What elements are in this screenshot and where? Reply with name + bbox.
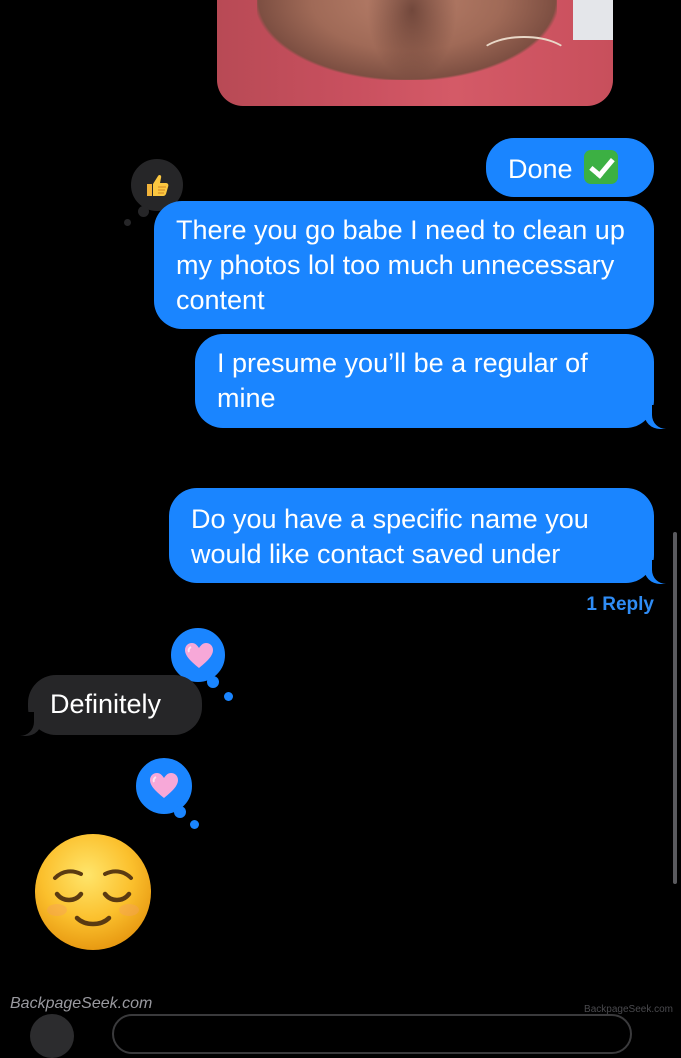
message-input[interactable] xyxy=(112,1014,632,1054)
photo-attachment[interactable] xyxy=(217,0,613,106)
bubble-tail xyxy=(644,560,674,584)
message-bubble-received[interactable]: Definitely xyxy=(28,675,202,735)
message-text: I presume you’ll be a regular of mine xyxy=(217,348,588,413)
message-bubble-sent[interactable]: There you go babe I need to clean up my … xyxy=(154,201,654,329)
scrollbar[interactable] xyxy=(673,532,677,884)
tapback-tail-dot xyxy=(224,692,233,701)
message-text: There you go babe I need to clean up my … xyxy=(176,215,625,315)
bubble-tail xyxy=(12,712,42,736)
message-bubble-sent[interactable]: Done xyxy=(486,138,654,197)
photo-background-wall xyxy=(573,0,613,40)
tapback-tail-dot xyxy=(174,806,186,818)
plus-button[interactable] xyxy=(30,1014,74,1058)
tapback-tail-dot xyxy=(138,206,149,217)
pink-heart-icon xyxy=(150,773,178,798)
tapback-tail-dot xyxy=(207,676,219,688)
message-text: Definitely xyxy=(50,689,162,719)
photo-shadow xyxy=(367,0,457,80)
check-mark-icon xyxy=(584,150,619,184)
relieved-face-icon[interactable] xyxy=(33,832,153,952)
tapback-tail-dot xyxy=(190,820,199,829)
bubble-tail xyxy=(644,405,674,429)
message-bubble-sent[interactable]: I presume you’ll be a regular of mine xyxy=(195,334,654,428)
watermark: BackpageSeek.com xyxy=(10,995,153,1012)
message-text: Done xyxy=(508,154,573,184)
tapback-heart[interactable] xyxy=(133,755,195,817)
tapback-tail-dot xyxy=(124,219,131,226)
message-bubble-sent[interactable]: Do you have a specific name you would li… xyxy=(169,488,654,583)
pink-heart-icon xyxy=(185,643,213,668)
reply-count-link[interactable]: 1 Reply xyxy=(560,594,654,616)
message-text: Do you have a specific name you would li… xyxy=(191,504,589,569)
thumbs-up-icon xyxy=(147,174,169,196)
photo-cord xyxy=(477,36,571,80)
